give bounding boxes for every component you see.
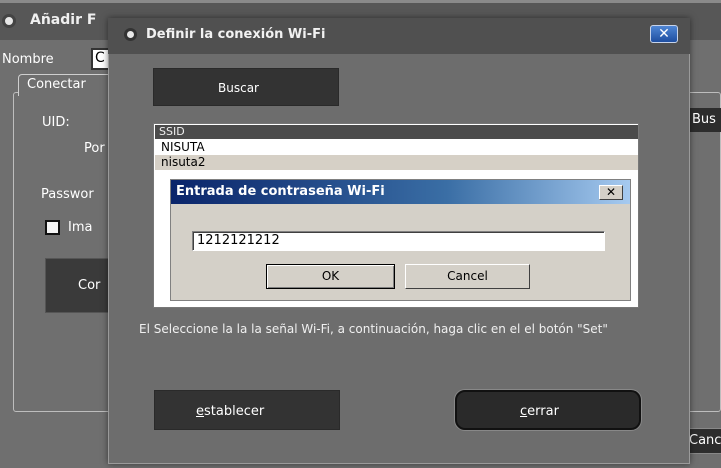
wifi-dialog-title: Definir la conexión Wi-Fi (146, 27, 326, 42)
search-button-label: Buscar (218, 81, 259, 95)
image-checkbox[interactable] (45, 220, 60, 235)
background-window-title: Añadir F (30, 12, 97, 28)
uid-label: UID: (42, 115, 70, 130)
ok-button[interactable]: OK (266, 264, 395, 289)
radio-dot-icon (124, 28, 137, 41)
list-item-selected[interactable]: nisuta2 (155, 155, 638, 170)
background-top-border (0, 0, 721, 3)
instruction-text: El Seleccione la la la señal Wi-Fi, a co… (139, 322, 608, 336)
name-label: Nombre (2, 52, 54, 67)
close-button-label: cerrar (520, 404, 559, 419)
radio-dot-icon (2, 14, 16, 28)
port-label: Por (84, 141, 105, 156)
password-label: Passwor (41, 187, 94, 202)
tab-conectar[interactable]: Conectar (18, 74, 118, 96)
cancel-button[interactable]: Cancel (405, 264, 530, 289)
background-cancel-button[interactable]: Canc (686, 428, 721, 454)
password-dialog-title: Entrada de contraseña Wi-Fi (176, 184, 385, 199)
password-input[interactable]: 1212121212 (192, 231, 605, 251)
set-button-label: establecer (196, 404, 265, 419)
image-checkbox-label: Ima (68, 220, 93, 235)
close-icon[interactable]: ✕ (650, 25, 678, 43)
connect-button-label: Cor (78, 278, 101, 293)
close-icon[interactable]: ✕ (599, 185, 623, 200)
ssid-column-header[interactable]: SSID (155, 125, 638, 139)
background-search-button[interactable]: Bus (689, 108, 721, 132)
list-item[interactable]: NISUTA (155, 140, 638, 155)
